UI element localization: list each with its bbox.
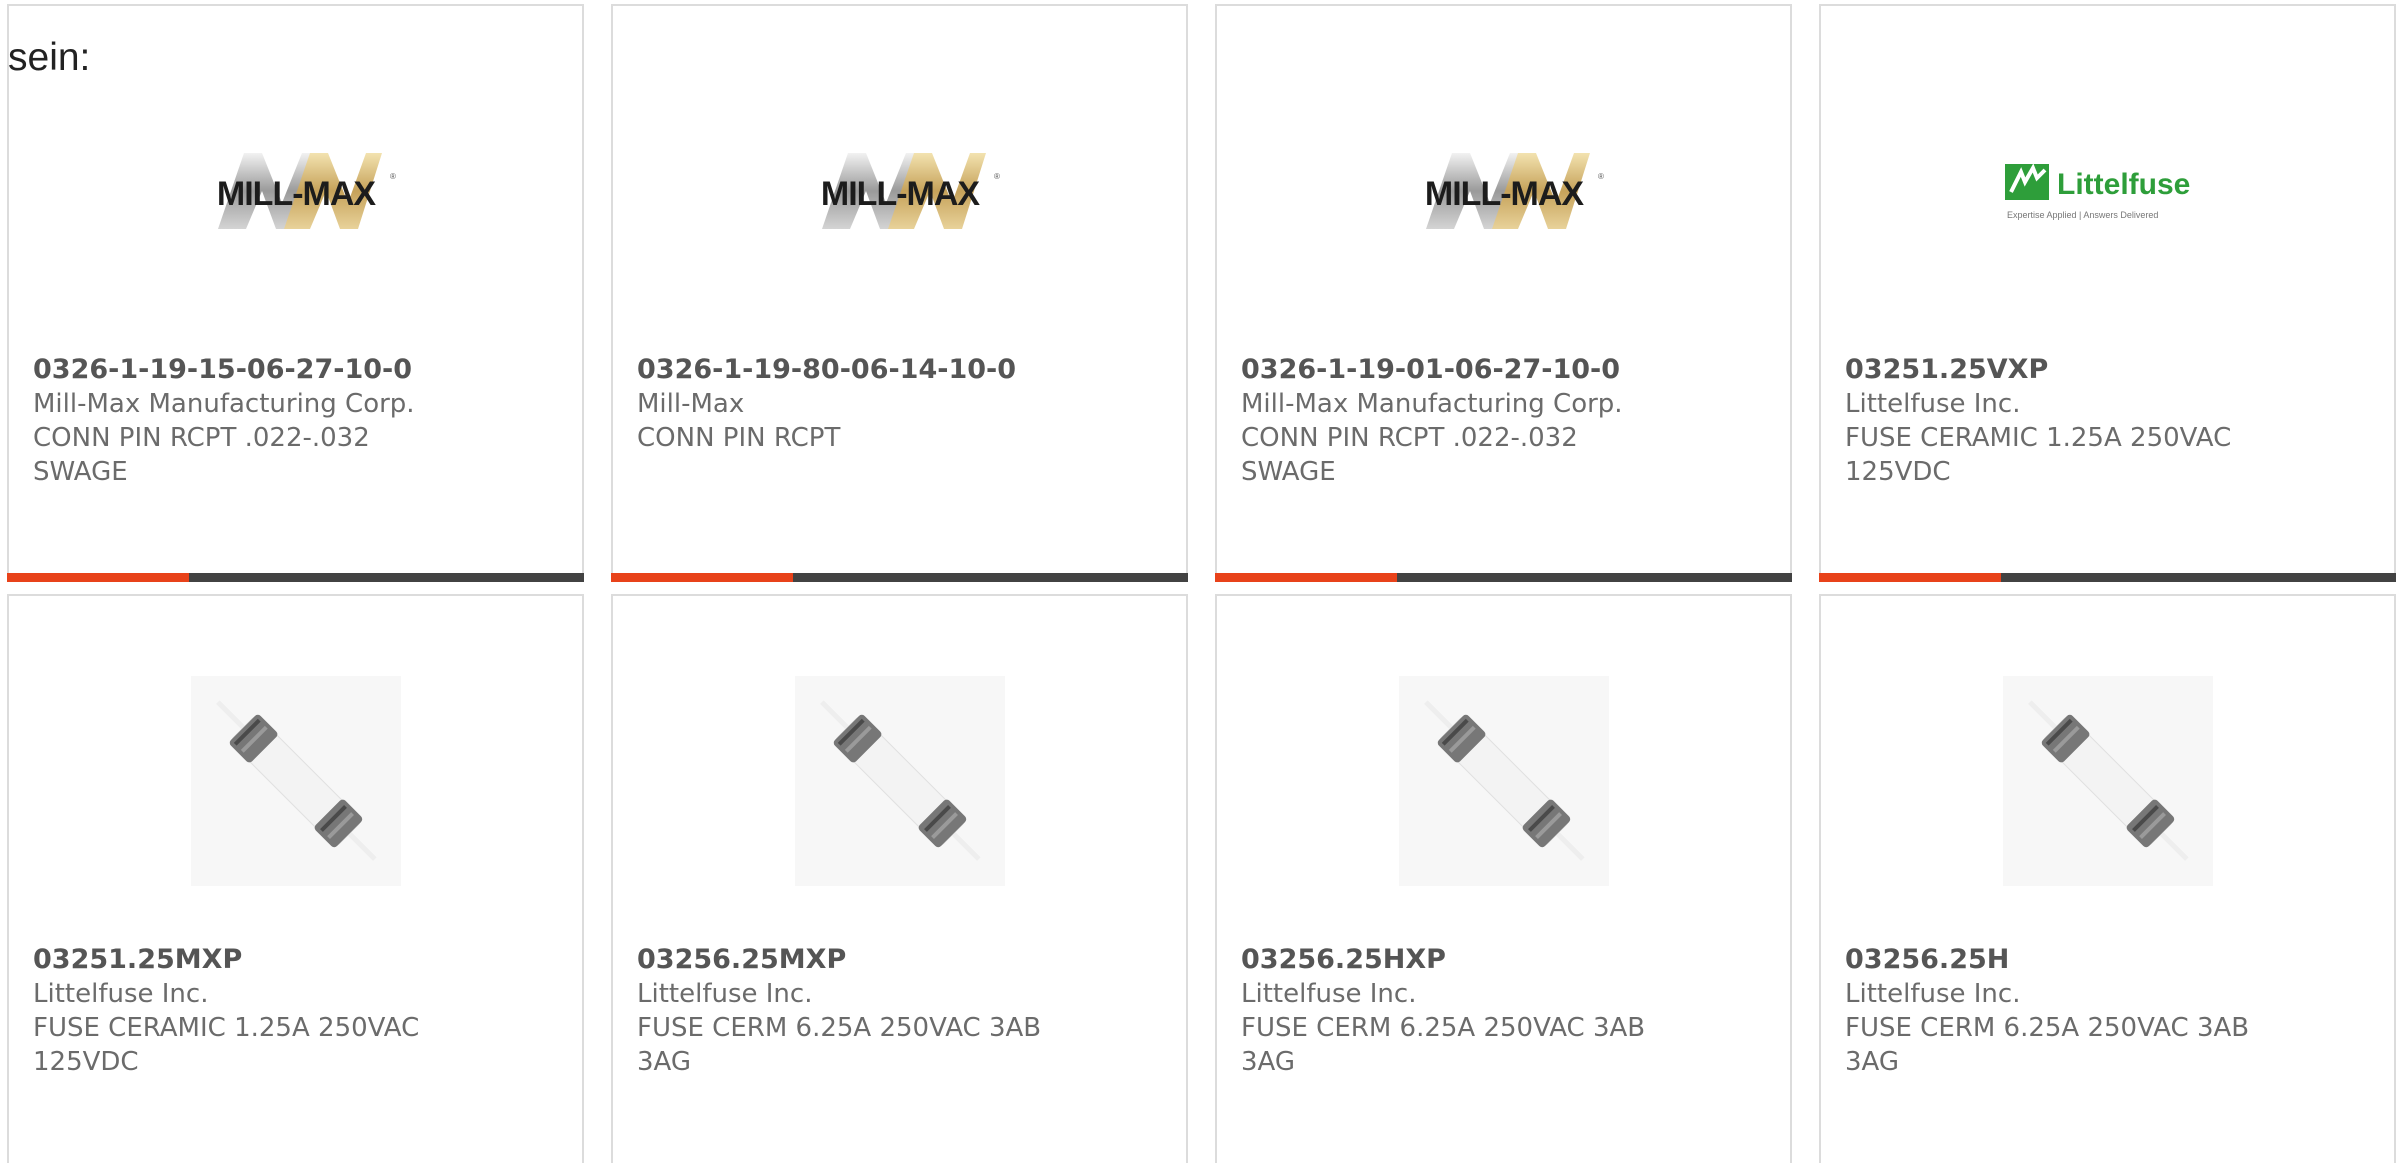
product-info: 0326-1-19-15-06-27-10-0 Mill-Max Manufact… <box>33 353 558 489</box>
mill-max-logo-icon: MILL-MAX ® <box>820 153 1000 229</box>
card-footer-bar <box>1819 573 2396 582</box>
manufacturer-name: Littelfuse Inc. <box>637 979 813 1009</box>
product-card[interactable]: MILL-MAX ® 0326-1-19-15-06-27-10-0 Mill-M… <box>7 4 584 582</box>
card-footer-accent <box>1215 573 1397 582</box>
part-number-link[interactable]: 03251.25VXP <box>1845 353 2370 387</box>
part-number-link[interactable]: 03256.25HXP <box>1241 943 1766 977</box>
manufacturer-name: Littelfuse Inc. <box>33 979 209 1009</box>
product-grid-page: sein: MILL-MAX ® 0326-1-19-15-06-27-10-0… <box>0 0 2404 1163</box>
svg-text:®: ® <box>1598 172 1604 181</box>
svg-text:®: ® <box>390 172 396 181</box>
svg-text:Expertise Applied | Answers De: Expertise Applied | Answers Delivered <box>2007 210 2158 220</box>
svg-text:MILL-MAX: MILL-MAX <box>216 175 376 213</box>
product-description-line: 125VDC <box>1845 457 1951 487</box>
product-card[interactable]: 03256.25MXP Littelfuse Inc. FUSE CERM 6.25… <box>611 594 1188 1163</box>
product-info: 0326-1-19-80-06-14-10-0 Mill-Max CONN PIN … <box>637 353 1162 455</box>
product-description-line: FUSE CERAMIC 1.25A 250VAC <box>1845 423 2232 453</box>
part-number-link[interactable]: 0326-1-19-80-06-14-10-0 <box>637 353 1162 387</box>
product-description-line: 3AG <box>1845 1047 1900 1077</box>
product-card[interactable]: MILL-MAX ® 0326-1-19-80-06-14-10-0 Mill-M… <box>611 4 1188 582</box>
product-description-line: FUSE CERM 6.25A 250VAC 3AB <box>1845 1013 2250 1043</box>
product-description-line: CONN PIN RCPT <box>637 423 841 453</box>
svg-text:MILL-MAX: MILL-MAX <box>1424 175 1584 213</box>
product-image[interactable]: MILL-MAX ® <box>613 66 1186 316</box>
cartridge-fuse-image <box>1398 676 1609 886</box>
product-description-line: CONN PIN RCPT .022-.032 <box>33 423 370 453</box>
product-description-line: CONN PIN RCPT .022-.032 <box>1241 423 1578 453</box>
part-number-link[interactable]: 0326-1-19-01-06-27-10-0 <box>1241 353 1766 387</box>
part-number-link[interactable]: 03256.25H <box>1845 943 2370 977</box>
product-image[interactable]: MILL-MAX ® <box>9 66 582 316</box>
product-description-line: FUSE CERM 6.25A 250VAC 3AB <box>1241 1013 1646 1043</box>
product-image[interactable] <box>9 656 582 906</box>
part-number-link[interactable]: 03251.25MXP <box>33 943 558 977</box>
part-number-link[interactable]: 0326-1-19-15-06-27-10-0 <box>33 353 558 387</box>
cartridge-fuse-image <box>2002 676 2213 886</box>
card-footer-bar <box>611 573 1188 582</box>
product-description-line: FUSE CERM 6.25A 250VAC 3AB <box>637 1013 1042 1043</box>
product-card[interactable]: MILL-MAX ® 0326-1-19-01-06-27-10-0 Mill-M… <box>1215 4 1792 582</box>
product-info: 03251.25VXP Littelfuse Inc. FUSE CERAMIC 1… <box>1845 353 2370 489</box>
card-footer-accent <box>1819 573 2001 582</box>
card-footer-accent <box>7 573 189 582</box>
product-description-line: 125VDC <box>33 1047 139 1077</box>
manufacturer-name: Littelfuse Inc. <box>1845 979 2021 1009</box>
product-description-line: 3AG <box>637 1047 692 1077</box>
product-info: 03256.25HXP Littelfuse Inc. FUSE CERM 6.25… <box>1241 943 1766 1079</box>
lead-text: sein: <box>8 36 91 79</box>
product-info: 03256.25MXP Littelfuse Inc. FUSE CERM 6.25… <box>637 943 1162 1079</box>
card-footer-bar <box>1215 573 1792 582</box>
svg-text:MILL-MAX: MILL-MAX <box>820 175 980 213</box>
product-image[interactable] <box>1217 656 1790 906</box>
card-footer-accent <box>611 573 793 582</box>
product-description-line: 3AG <box>1241 1047 1296 1077</box>
product-image[interactable] <box>613 656 1186 906</box>
product-image[interactable]: Littelfuse Expertise Applied | Answers D… <box>1821 66 2394 316</box>
product-card[interactable]: Littelfuse Expertise Applied | Answers D… <box>1819 4 2396 582</box>
manufacturer-name: Littelfuse Inc. <box>1845 389 2021 419</box>
part-number-link[interactable]: 03256.25MXP <box>637 943 1162 977</box>
product-image[interactable] <box>1821 656 2394 906</box>
product-image[interactable]: MILL-MAX ® <box>1217 66 1790 316</box>
product-description-line: FUSE CERAMIC 1.25A 250VAC <box>33 1013 420 1043</box>
product-description-line: SWAGE <box>1241 457 1336 487</box>
cartridge-fuse-image <box>190 676 401 886</box>
manufacturer-name: Littelfuse Inc. <box>1241 979 1417 1009</box>
manufacturer-name: Mill-Max <box>637 389 745 419</box>
svg-text:Littelfuse: Littelfuse <box>2057 168 2190 201</box>
product-description-line: SWAGE <box>33 457 128 487</box>
manufacturer-name: Mill-Max Manufacturing Corp. <box>1241 389 1623 419</box>
littelfuse-logo-icon: Littelfuse Expertise Applied | Answers D… <box>2004 163 2190 220</box>
svg-text:®: ® <box>994 172 1000 181</box>
product-card[interactable]: 03251.25MXP Littelfuse Inc. FUSE CERAMIC 1… <box>7 594 584 1163</box>
cartridge-fuse-image <box>794 676 1005 886</box>
manufacturer-name: Mill-Max Manufacturing Corp. <box>33 389 415 419</box>
product-info: 0326-1-19-01-06-27-10-0 Mill-Max Manufact… <box>1241 353 1766 489</box>
product-card[interactable]: 03256.25HXP Littelfuse Inc. FUSE CERM 6.25… <box>1215 594 1792 1163</box>
card-footer-bar <box>7 573 584 582</box>
product-info: 03256.25H Littelfuse Inc. FUSE CERM 6.25A … <box>1845 943 2370 1079</box>
mill-max-logo-icon: MILL-MAX ® <box>216 153 396 229</box>
product-info: 03251.25MXP Littelfuse Inc. FUSE CERAMIC 1… <box>33 943 558 1079</box>
mill-max-logo-icon: MILL-MAX ® <box>1424 153 1604 229</box>
product-card[interactable]: 03256.25H Littelfuse Inc. FUSE CERM 6.25A … <box>1819 594 2396 1163</box>
